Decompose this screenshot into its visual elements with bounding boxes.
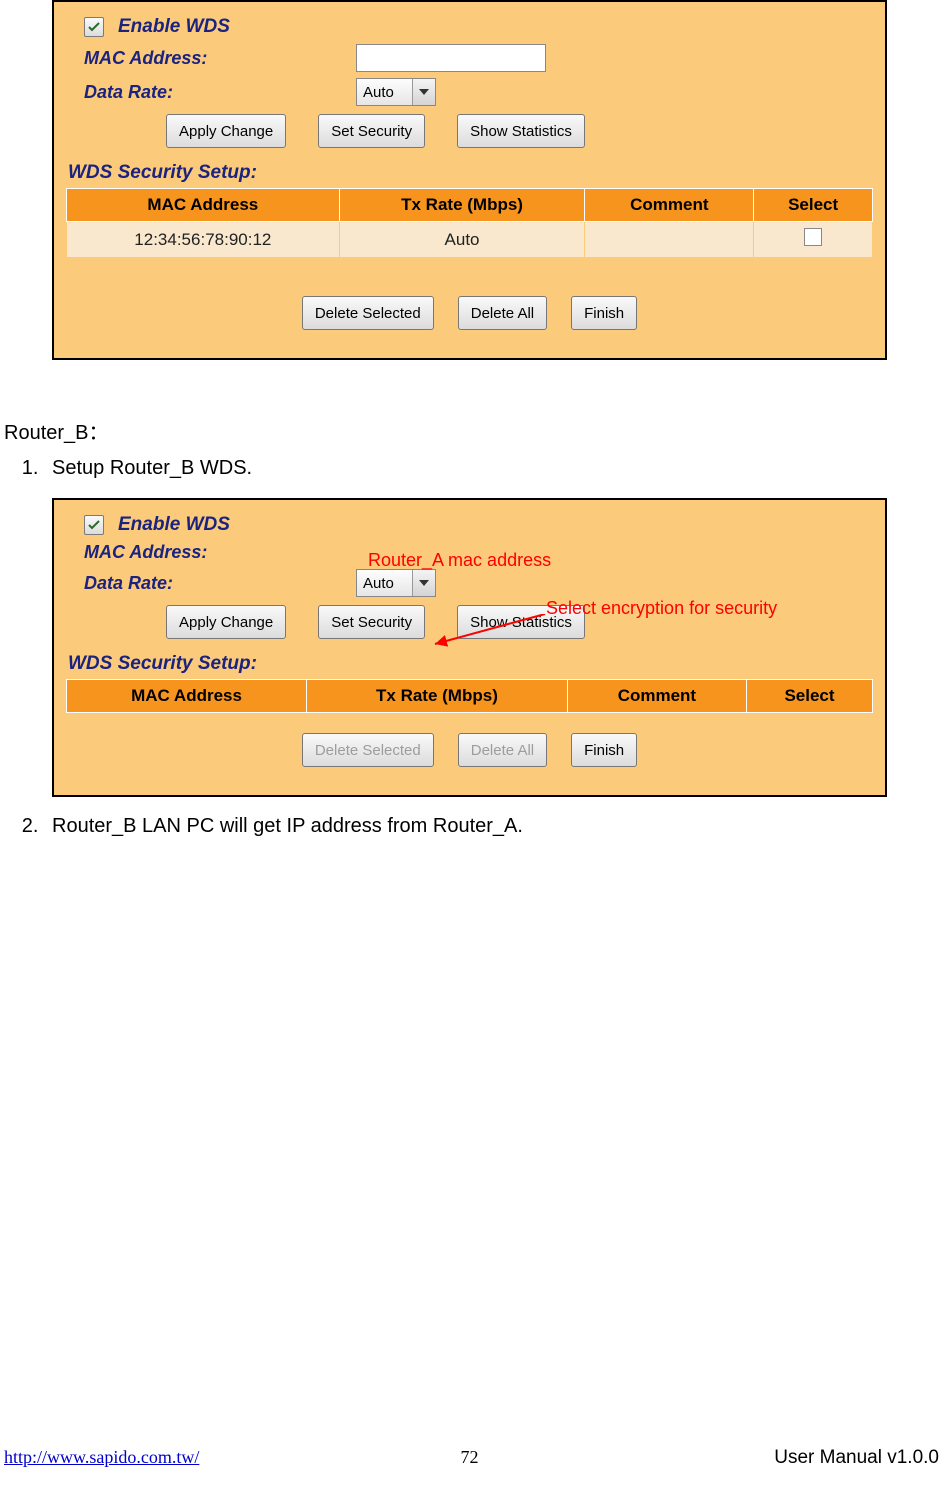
apply-change-button[interactable]: Apply Change	[166, 114, 286, 148]
delete-selected-button[interactable]: Delete Selected	[302, 733, 434, 767]
step-list: Setup Router_B WDS.	[4, 457, 939, 480]
cell-select	[754, 222, 873, 258]
mac-address-label: MAC Address:	[66, 48, 356, 69]
wds-security-setup-heading: WDS Security Setup:	[68, 653, 873, 675]
footer-url: http://www.sapido.com.tw/	[4, 1447, 199, 1469]
set-security-button[interactable]: Set Security	[318, 114, 425, 148]
data-rate-label: Data Rate:	[66, 573, 356, 594]
show-statistics-button[interactable]: Show Statistics	[457, 605, 585, 639]
cell-comment	[585, 222, 754, 258]
footer-version: User Manual v1.0.0	[774, 1447, 939, 1469]
show-statistics-button[interactable]: Show Statistics	[457, 114, 585, 148]
delete-all-button[interactable]: Delete All	[458, 296, 547, 330]
step-1: Setup Router_B WDS.	[44, 457, 939, 480]
col-txrate: Tx Rate (Mbps)	[307, 680, 568, 713]
delete-selected-button[interactable]: Delete Selected	[302, 296, 434, 330]
footer-page-number: 72	[461, 1447, 479, 1468]
enable-wds-checkbox[interactable]	[84, 17, 104, 37]
chevron-down-icon	[412, 79, 435, 105]
data-rate-label: Data Rate:	[66, 82, 356, 103]
col-mac: MAC Address	[67, 189, 340, 222]
col-comment: Comment	[585, 189, 754, 222]
wds-panel-a: Enable WDS MAC Address: Data Rate: Auto …	[52, 0, 887, 360]
finish-button[interactable]: Finish	[571, 733, 637, 767]
col-txrate: Tx Rate (Mbps)	[339, 189, 585, 222]
mac-address-label: MAC Address:	[66, 542, 356, 563]
data-rate-value: Auto	[357, 84, 412, 101]
col-select: Select	[754, 189, 873, 222]
enable-wds-label: Enable WDS	[118, 16, 230, 38]
wds-panel-b: Enable WDS MAC Address: Data Rate: Auto …	[52, 498, 887, 797]
apply-change-button[interactable]: Apply Change	[166, 605, 286, 639]
data-rate-value: Auto	[357, 575, 412, 592]
mac-address-input[interactable]	[356, 44, 546, 72]
enable-wds-label: Enable WDS	[118, 514, 230, 536]
step-2: Router_B LAN PC will get IP address from…	[44, 815, 939, 838]
page-footer: http://www.sapido.com.tw/ 72 User Manual…	[0, 1447, 939, 1469]
data-rate-select[interactable]: Auto	[356, 569, 436, 597]
data-rate-select[interactable]: Auto	[356, 78, 436, 106]
wds-security-table: MAC Address Tx Rate (Mbps) Comment Selec…	[66, 188, 873, 258]
step-list-2: Router_B LAN PC will get IP address from…	[4, 815, 939, 838]
enable-wds-checkbox[interactable]	[84, 515, 104, 535]
set-security-button[interactable]: Set Security	[318, 605, 425, 639]
wds-security-table: MAC Address Tx Rate (Mbps) Comment Selec…	[66, 679, 873, 713]
router-b-heading: Router_B：	[4, 416, 939, 445]
chevron-down-icon	[412, 570, 435, 596]
cell-mac: 12:34:56:78:90:12	[67, 222, 340, 258]
col-comment: Comment	[567, 680, 746, 713]
cell-tx: Auto	[339, 222, 585, 258]
col-select: Select	[746, 680, 872, 713]
finish-button[interactable]: Finish	[571, 296, 637, 330]
delete-all-button[interactable]: Delete All	[458, 733, 547, 767]
col-mac: MAC Address	[67, 680, 307, 713]
row-select-checkbox[interactable]	[804, 228, 822, 246]
table-row: 12:34:56:78:90:12 Auto	[67, 222, 873, 258]
wds-security-setup-heading: WDS Security Setup:	[68, 162, 873, 184]
